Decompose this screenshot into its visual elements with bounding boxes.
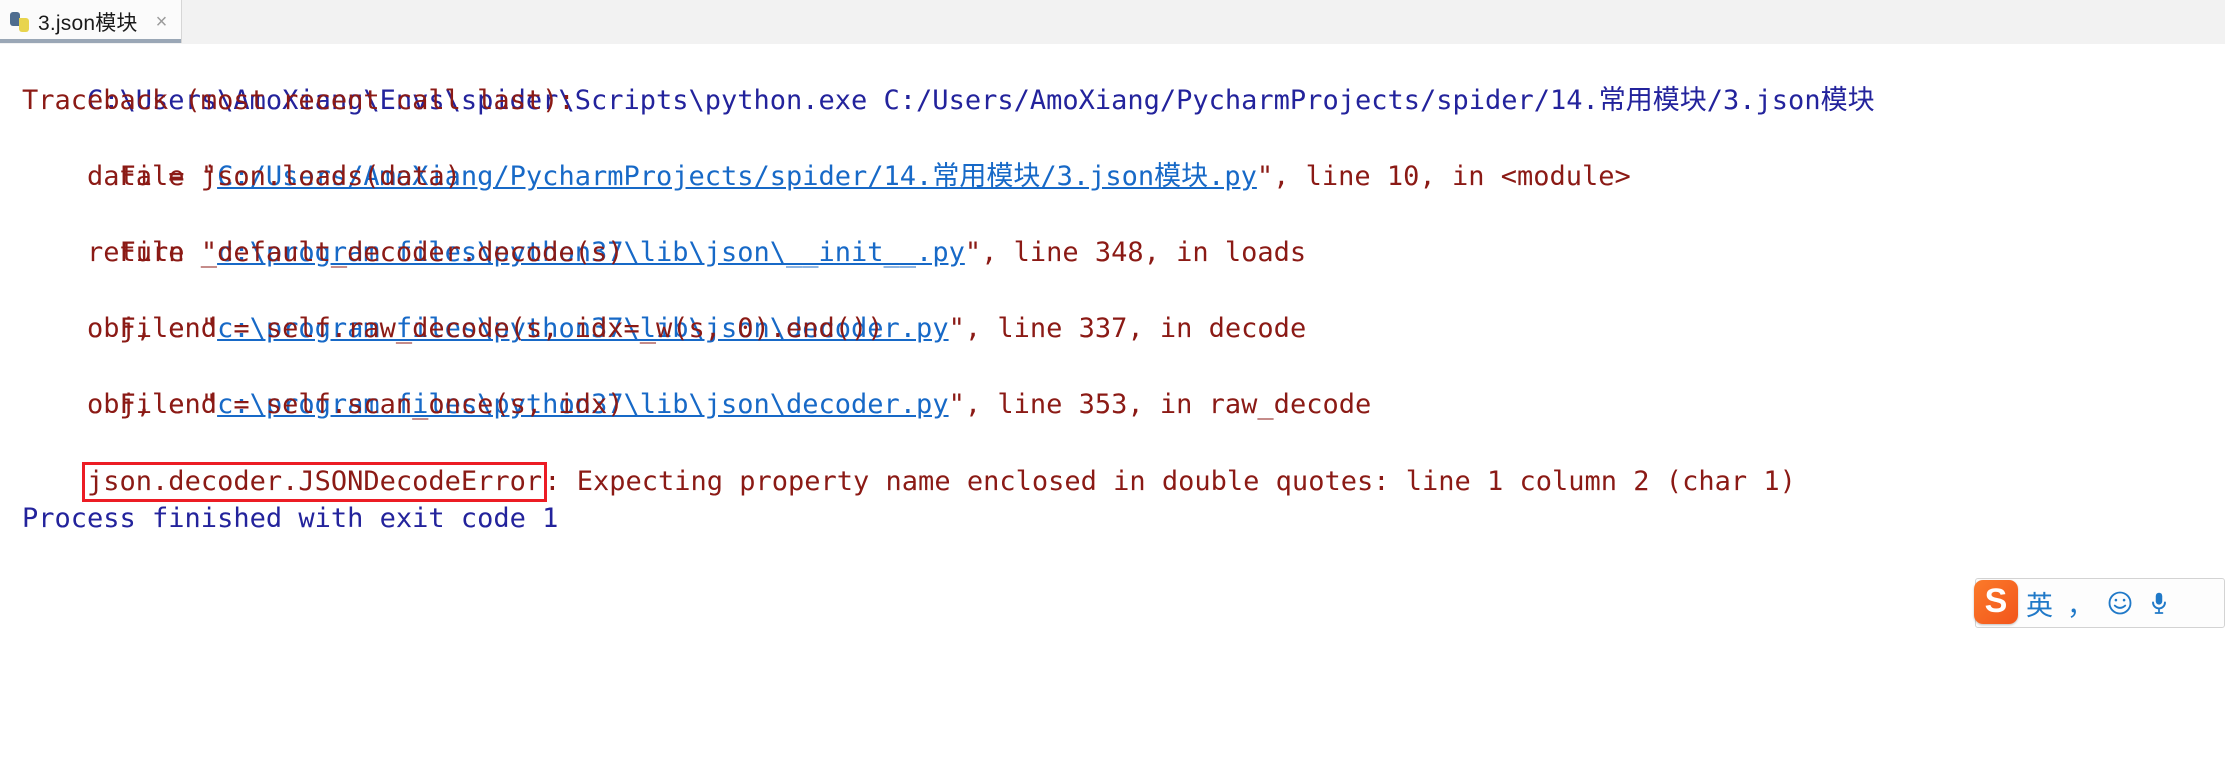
close-icon[interactable]: × [156,12,168,32]
ime-punctuation-toggle[interactable]: ， [2067,584,2094,623]
sogou-logo-icon[interactable]: S [1974,580,2018,624]
frame-suffix: ", line 10, in <module> [1256,161,1631,192]
frame-suffix: ", line 337, in decode [948,313,1307,344]
tab-label: 3.json模块 [38,11,138,35]
emoji-smiley-icon[interactable] [2106,589,2134,617]
traceback-code: return _default_decoder.decode(s) [22,237,624,268]
traceback-code: obj, end = self.raw_decode(s, idx=_w(s, … [22,313,884,344]
editor-tab-bar: 3.json模块 × [0,0,2225,45]
traceback-code: data = json.loads(data) [22,161,461,192]
run-console-output[interactable]: C:\Users\AmoXiang\Envs\spider\Scripts\py… [0,44,2225,760]
process-exit-line: Process finished with exit code 1 [22,503,559,534]
traceback-header: Traceback (most recent call last): [22,85,575,116]
microphone-icon[interactable] [2146,589,2172,617]
python-file-icon [10,11,30,32]
tab-json-module[interactable]: 3.json模块 × [0,0,183,43]
ime-language-toggle[interactable]: 英 [2026,584,2053,623]
sogou-ime-toolbar[interactable]: S 英 ， [1974,578,2225,628]
exception-message: : Expecting property name enclosed in do… [544,466,1796,497]
exception-class-highlight: json.decoder.JSONDecodeError [82,462,548,502]
traceback-code: obj, end = self.scan_once(s, idx) [22,389,624,420]
frame-suffix: ", line 348, in loads [964,237,1307,268]
frame-suffix: ", line 353, in raw_decode [948,389,1372,420]
